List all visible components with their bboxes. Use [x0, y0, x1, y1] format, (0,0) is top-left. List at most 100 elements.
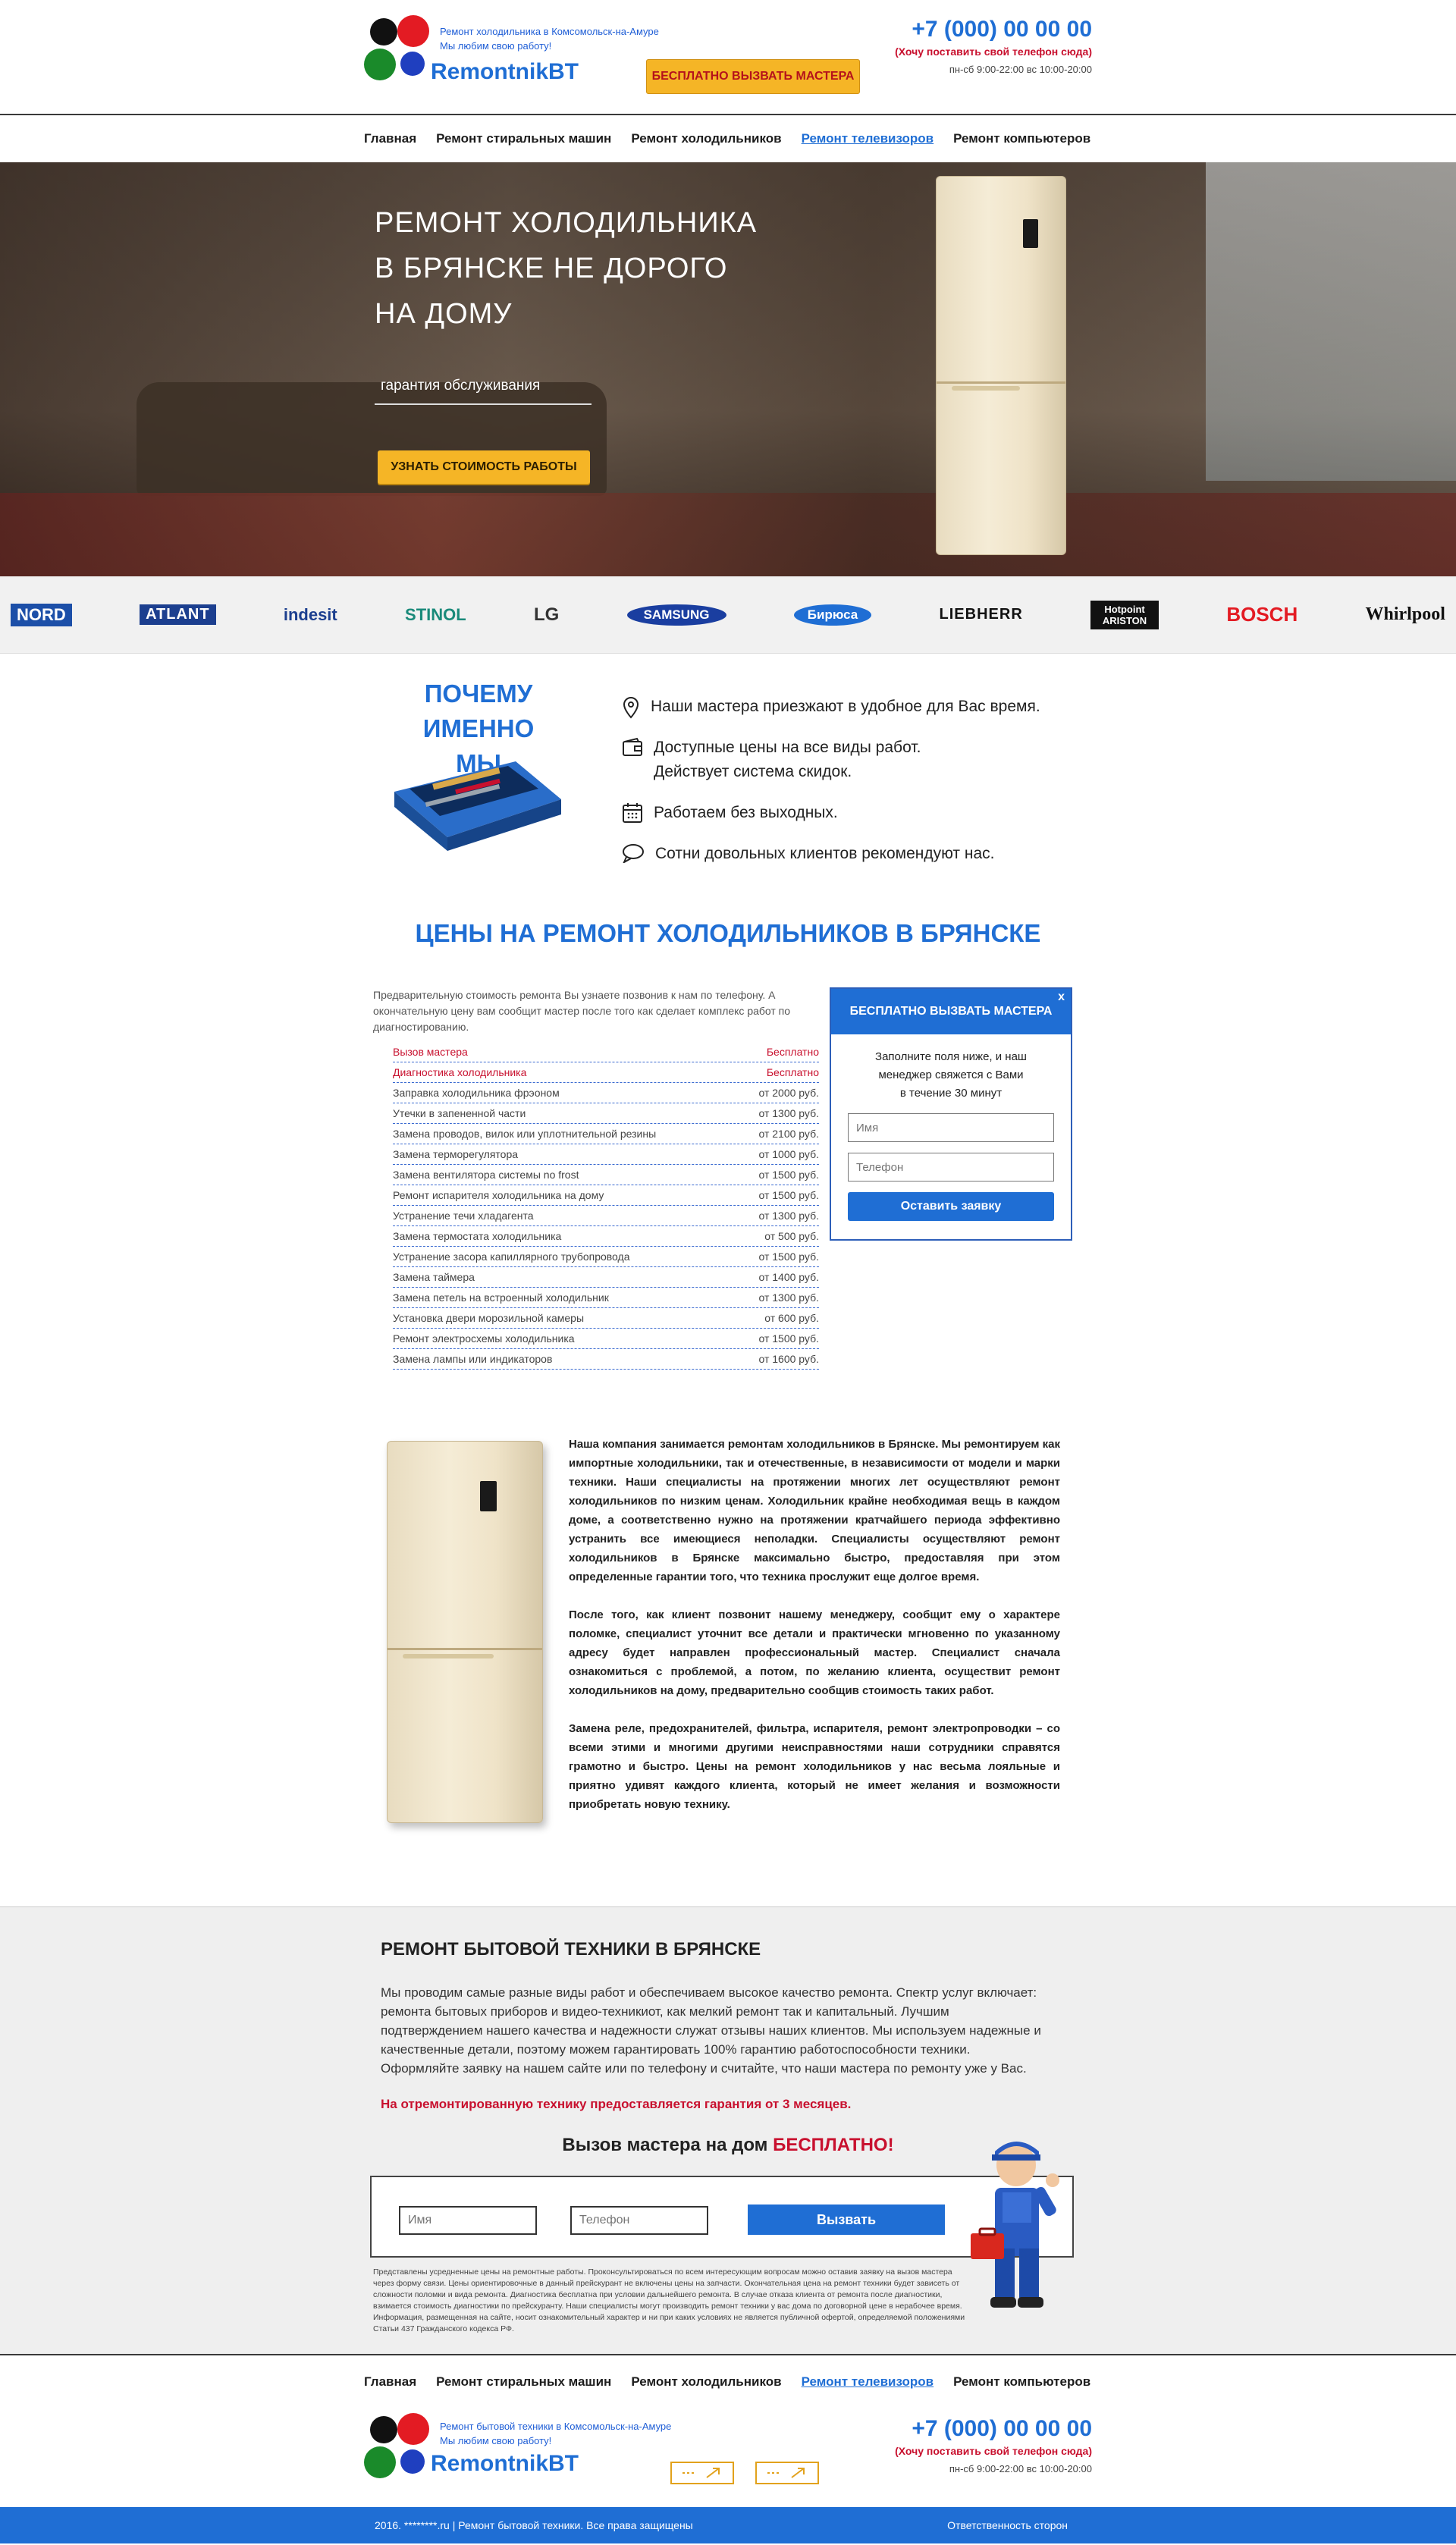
map-pin-icon	[623, 696, 639, 719]
brand-liebherr[interactable]: LIEBHERR	[940, 606, 1023, 623]
price-row-service: Заправка холодильника фрэоном	[393, 1087, 560, 1099]
footer-contact-block: +7 (000) 00 00 00 (Хочу поставить свой т…	[895, 2416, 1092, 2474]
brand-nord[interactable]: NORD	[11, 603, 72, 626]
price-row-price: от 500 руб.	[764, 1230, 819, 1242]
brand-stinol[interactable]: STINOL	[405, 605, 466, 625]
price-row-price: Бесплатно	[766, 1066, 819, 1078]
footer-logo-name[interactable]: RemontnikBT	[431, 2451, 579, 2477]
brand-strip: NORD ATLANT indesit STINOL LG SAMSUNG Би…	[0, 576, 1456, 654]
submit-request-button[interactable]: Оставить заявку	[848, 1192, 1054, 1221]
price-row-price: от 1500 руб.	[758, 1189, 819, 1201]
responsibility-link[interactable]: Ответственность сторон	[947, 2519, 1068, 2531]
nav-item-refrigerators[interactable]: Ремонт холодильников	[631, 131, 781, 146]
footer-nav-item-washing-machines[interactable]: Ремонт стиральных машин	[436, 2374, 611, 2390]
call-button[interactable]: Вызвать	[748, 2205, 945, 2235]
price-row: Замена петель на встроенный холодильник о…	[393, 1288, 819, 1308]
footer-nav-item-refrigerators[interactable]: Ремонт холодильников	[631, 2374, 781, 2390]
price-row-service: Замена петель на встроенный холодильник	[393, 1291, 609, 1304]
arrow-icon	[682, 2468, 720, 2478]
nav-item-home[interactable]: Главная	[364, 131, 416, 146]
price-row-service: Замена проводов, вилок или уплотнительно…	[393, 1128, 657, 1140]
price-row: Замена лампы или индикаторов от 1600 руб.	[393, 1349, 819, 1370]
price-row-price: Бесплатно	[766, 1046, 819, 1058]
callout-name-input[interactable]	[399, 2206, 537, 2235]
price-row: Заправка холодильника фрэоном от 2000 руб…	[393, 1083, 819, 1103]
prices-intro: Предварительную стоимость ремонта Вы узн…	[373, 989, 791, 1033]
copyright-text: 2016. ********.ru | Ремонт бытовой техни…	[375, 2519, 693, 2531]
hero-guarantee: гарантия обслуживания	[375, 372, 592, 405]
brand-lg[interactable]: LG	[534, 604, 559, 626]
why-item-prices: Доступные цены на все виды работ. Действу…	[622, 736, 1040, 784]
price-table: Вызов мастера Бесплатно Диагностика холоди…	[393, 1042, 819, 1370]
popup-text: Заполните поля ниже, и наш менеджер свяж…	[875, 1050, 1027, 1100]
get-price-button[interactable]: УЗНАТЬ СТОИМОСТЬ РАБОТЫ	[378, 450, 590, 484]
calendar-icon	[623, 803, 642, 823]
footer-logo-tagline: Ремонт бытовой техники в Комсомольск-на-…	[440, 2421, 672, 2446]
price-row-price: от 1600 руб.	[758, 1353, 819, 1365]
footer-nav: Главная Ремонт стиральных машин Ремонт х…	[0, 2354, 1456, 2407]
wallet-icon	[623, 737, 642, 756]
disclaimer: Представлены усредненные цены на ремонтн…	[373, 2267, 965, 2333]
brand-whirlpool[interactable]: Whirlpool	[1366, 604, 1445, 625]
phone-number[interactable]: +7 (000) 00 00 00	[895, 17, 1092, 42]
fridge-image	[936, 176, 1066, 555]
price-row-service: Замена вентилятора системы no frost	[393, 1169, 579, 1181]
logo-icon[interactable]	[364, 15, 431, 80]
site-footer: Ремонт бытовой техники в Комсомольск-на-…	[0, 2407, 1456, 2507]
price-row-service: Ремонт испарителя холодильника на дому	[393, 1189, 604, 1201]
price-row-service: Замена термостата холодильника	[393, 1230, 562, 1242]
service-text: Мы проводим самые разные виды работ и об…	[381, 1985, 1041, 2076]
site-header: Ремонт холодильника в Комсомольск-на-Аму…	[0, 0, 1456, 115]
call-master-button[interactable]: БЕСПЛАТНО ВЫЗВАТЬ МАСТЕРА	[646, 59, 860, 94]
nav-item-computers[interactable]: Ремонт компьютеров	[953, 131, 1090, 146]
brand-atlant[interactable]: ATLANT	[140, 604, 216, 625]
service-section: РЕМОНТ БЫТОВОЙ ТЕХНИКИ В БРЯНСКЕ Мы пров…	[0, 1906, 1456, 2354]
price-row-service: Диагностика холодильника	[393, 1066, 527, 1078]
social-link-2[interactable]	[755, 2462, 819, 2484]
price-row: Устранение засора капиллярного трубопров…	[393, 1247, 819, 1267]
close-icon[interactable]: x	[1058, 990, 1065, 1004]
price-row: Замена терморегулятора от 1000 руб.	[393, 1144, 819, 1165]
nav-item-tv[interactable]: Ремонт телевизоров	[802, 131, 934, 146]
brand-biryusa[interactable]: Бирюса	[793, 604, 872, 626]
arrow-icon	[767, 2468, 805, 2478]
footer-phone-note: (Хочу поставить свой телефон сюда)	[895, 2445, 1092, 2457]
popup-phone-input[interactable]	[848, 1153, 1054, 1181]
social-link-1[interactable]	[670, 2462, 734, 2484]
main-nav: Главная Ремонт стиральных машин Ремонт х…	[0, 115, 1456, 162]
price-row: Устранение течи хладагента от 1300 руб.	[393, 1206, 819, 1226]
price-row-service: Утечки в запененной части	[393, 1107, 526, 1119]
nav-item-washing-machines[interactable]: Ремонт стиральных машин	[436, 131, 611, 146]
callout-phone-input[interactable]	[570, 2206, 708, 2235]
price-row-price: от 2100 руб.	[758, 1128, 819, 1140]
working-hours: пн-сб 9:00-22:00 вс 10:00-20:00	[949, 64, 1092, 75]
callout-form: Вызвать	[370, 2176, 1074, 2258]
footer-nav-item-tv[interactable]: Ремонт телевизоров	[802, 2374, 934, 2390]
why-item-schedule: Наши мастера приезжают в удобное для Вас…	[622, 695, 1040, 719]
speech-bubble-icon	[623, 844, 644, 863]
footer-nav-item-home[interactable]: Главная	[364, 2374, 416, 2390]
callout-title: Вызов мастера на дом БЕСПЛАТНО!	[562, 2135, 894, 2155]
footer-nav-item-computers[interactable]: Ремонт компьютеров	[953, 2374, 1090, 2390]
why-us-section: ПОЧЕМУ ИМЕННО МЫ Наши мастера приезжают …	[0, 654, 1456, 904]
footer-phone-number[interactable]: +7 (000) 00 00 00	[895, 2416, 1092, 2442]
service-title: РЕМОНТ БЫТОВОЙ ТЕХНИКИ В БРЯНСКЕ	[381, 1939, 761, 1960]
brand-bosch[interactable]: BOSCH	[1226, 603, 1298, 626]
contact-block: +7 (000) 00 00 00 (Хочу поставить свой т…	[895, 17, 1092, 75]
price-row: Замена термостата холодильника от 500 руб…	[393, 1226, 819, 1247]
hero-banner: РЕМОНТ ХОЛОДИЛЬНИКА В БРЯНСКЕ НЕ ДОРОГО …	[0, 162, 1456, 576]
brand-samsung[interactable]: SAMSUNG	[626, 604, 726, 626]
price-row-price: от 1000 руб.	[758, 1148, 819, 1160]
footer-logo-icon[interactable]	[364, 2413, 431, 2478]
copyright-bar: 2016. ********.ru | Ремонт бытовой техни…	[0, 2507, 1456, 2543]
price-row-price: от 1500 руб.	[758, 1332, 819, 1345]
popup-name-input[interactable]	[848, 1113, 1054, 1142]
brand-hotpoint-ariston[interactable]: Hotpoint ARISTON	[1090, 600, 1159, 629]
price-row: Замена таймера от 1400 руб.	[393, 1267, 819, 1288]
brand-indesit[interactable]: indesit	[284, 605, 337, 625]
price-row-price: от 2000 руб.	[758, 1087, 819, 1099]
price-row: Замена вентилятора системы no frost от 15…	[393, 1165, 819, 1185]
price-row-price: от 1400 руб.	[758, 1271, 819, 1283]
footer-working-hours: пн-сб 9:00-22:00 вс 10:00-20:00	[949, 2463, 1092, 2474]
logo-name[interactable]: RemontnikBT	[431, 59, 579, 85]
